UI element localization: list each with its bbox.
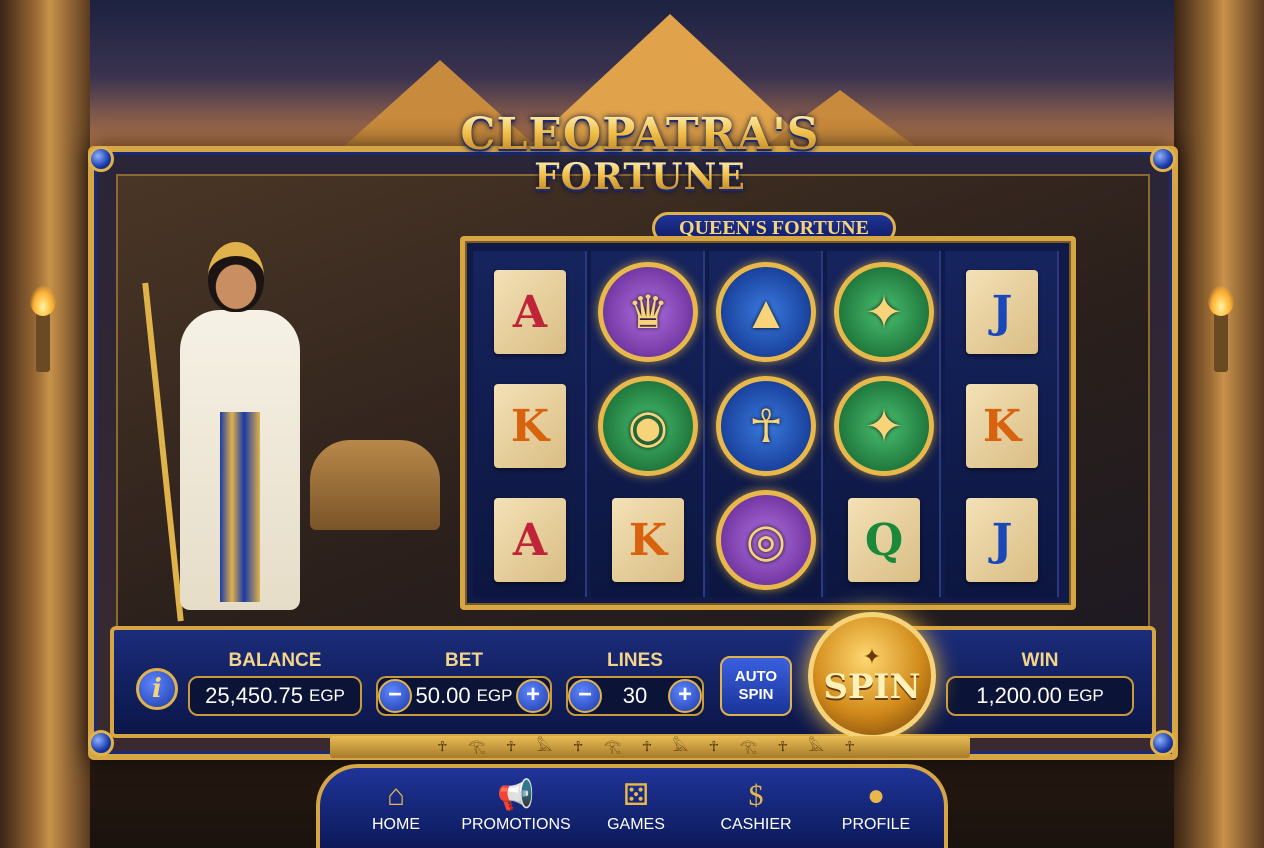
cashier-icon: $	[748, 779, 764, 812]
profile-icon: ●	[866, 779, 886, 812]
spin-button[interactable]: ✦ SPIN	[808, 612, 936, 740]
hieroglyph-strip: ☥ 𓂀 ☥ 𓅓 ☥ 𓂀 ☥ 𓅓 ☥ 𓂀 ☥ 𓅓 ☥	[330, 736, 970, 758]
card-symbol-j: J	[966, 270, 1038, 354]
balance-value: 25,450.75	[205, 683, 303, 708]
reel-grid: A K A ♛ ◉ K ▲ ☥ ◎ ✦ ✦ Q J K J	[460, 236, 1076, 610]
sphinx-statue	[310, 440, 440, 530]
gem-icon	[1150, 146, 1176, 172]
lines-decrease-button[interactable]: −	[568, 679, 602, 713]
nav-item-label: GAMES	[607, 816, 665, 833]
control-bar: i BALANCE 25,450.75 EGP BET 50.00 EGP − …	[110, 626, 1156, 738]
bet-unit: EGP	[476, 686, 513, 705]
reel-5: JKJ	[945, 251, 1059, 597]
balance-display: 25,450.75 EGP	[188, 676, 362, 716]
reel-cell: ◉	[595, 373, 701, 479]
reel-cell: Q	[831, 487, 937, 593]
bet-value: 50.00	[415, 683, 471, 708]
nav-item-profile[interactable]: ● PROFILE	[816, 776, 936, 846]
nav-item-label: PROFILE	[841, 816, 911, 833]
bet-label: BET	[445, 650, 483, 671]
reel-cell: A	[477, 259, 583, 365]
reel-cell: ◎	[713, 487, 819, 593]
game-title-line2: FORTUNE	[440, 158, 840, 196]
torch-icon	[1208, 286, 1234, 372]
reel-cell: A	[477, 487, 583, 593]
reel-cell: J	[949, 259, 1055, 365]
nav-item-home[interactable]: ⌂ HOME	[336, 776, 456, 846]
bet-decrease-button[interactable]: −	[378, 679, 412, 713]
lines-label: LINES	[607, 650, 663, 671]
lines-value: 30	[622, 683, 648, 708]
cleopatra-icon: ♛	[598, 262, 698, 362]
reel-4: ✦ ✦ Q	[827, 251, 941, 597]
reel-cell: J	[949, 487, 1055, 593]
auto-spin-label-line1: AUTO	[734, 668, 778, 685]
reel-cell: ☥	[713, 373, 819, 479]
torch-icon	[30, 286, 56, 372]
reel-3: ▲ ☥ ◎	[709, 251, 823, 597]
auto-spin-button[interactable]: AUTO SPIN	[720, 656, 792, 716]
nav-item-games[interactable]: ⚄ GAMES	[576, 776, 696, 846]
megaphone-icon: 📢	[497, 779, 535, 812]
card-symbol-k: K	[494, 384, 566, 468]
nav-item-label: PROMOTIONS	[461, 816, 571, 833]
reel-cell: ✦	[831, 259, 937, 365]
reel-cell: K	[477, 373, 583, 479]
reel-1: AKA	[473, 251, 587, 597]
reel-cell: K	[949, 373, 1055, 479]
info-button[interactable]: i	[136, 668, 178, 710]
eye-of-horus-icon: ◉	[598, 376, 698, 476]
home-icon: ⌂	[386, 779, 405, 812]
ankh-icon: ☥	[716, 376, 816, 476]
lines-increase-button[interactable]: +	[668, 679, 702, 713]
cleopatra-character	[142, 232, 330, 622]
balance-label: BALANCE	[228, 650, 322, 671]
scarab-icon: ✦	[834, 376, 934, 476]
dice-icon: ⚄	[622, 779, 650, 812]
game-title: CLEOPATRA'S FORTUNE	[440, 112, 840, 197]
cleopatra-belt	[220, 412, 260, 602]
reel-cell: K	[595, 487, 701, 593]
win-label: WIN	[1021, 650, 1059, 671]
gem-icon	[88, 146, 114, 172]
nav-item-cashier[interactable]: $ CASHIER	[696, 776, 816, 846]
card-symbol-k: K	[612, 498, 684, 582]
cleopatra-head	[208, 242, 264, 312]
balance-unit: EGP	[308, 686, 345, 705]
reel-cell: ✦	[831, 373, 937, 479]
bottom-nav: ⌂ HOME 📢 PROMOTIONS ⚄ GAMES $ CASHIER ● PROFILE	[316, 764, 948, 848]
reel-2: ♛ ◉ K	[591, 251, 705, 597]
card-symbol-q: Q	[848, 498, 920, 582]
card-symbol-a: A	[494, 270, 566, 354]
card-symbol-a: A	[494, 498, 566, 582]
nav-item-promotions[interactable]: 📢 PROMOTIONS	[456, 776, 576, 846]
anubis-icon: ▲	[716, 262, 816, 362]
nav-item-label: HOME	[372, 816, 420, 833]
reel-cell: ▲	[713, 259, 819, 365]
gold-coins-icon: ◎	[716, 490, 816, 590]
win-value: 1,200.00	[976, 683, 1062, 708]
pillar-right	[1174, 0, 1264, 848]
scarab-icon: ✦	[834, 262, 934, 362]
card-symbol-k: K	[966, 384, 1038, 468]
card-symbol-j: J	[966, 498, 1038, 582]
spin-label: SPIN	[823, 667, 921, 707]
win-unit: EGP	[1067, 686, 1104, 705]
auto-spin-label-line2: SPIN	[738, 686, 774, 703]
bet-increase-button[interactable]: +	[516, 679, 550, 713]
pillar-left	[0, 0, 90, 848]
scarab-icon: ✦	[862, 644, 882, 669]
reel-cell: ♛	[595, 259, 701, 365]
nav-item-label: CASHIER	[720, 816, 792, 833]
win-display: 1,200.00 EGP	[946, 676, 1134, 716]
game-title-line1: CLEOPATRA'S	[440, 112, 840, 158]
